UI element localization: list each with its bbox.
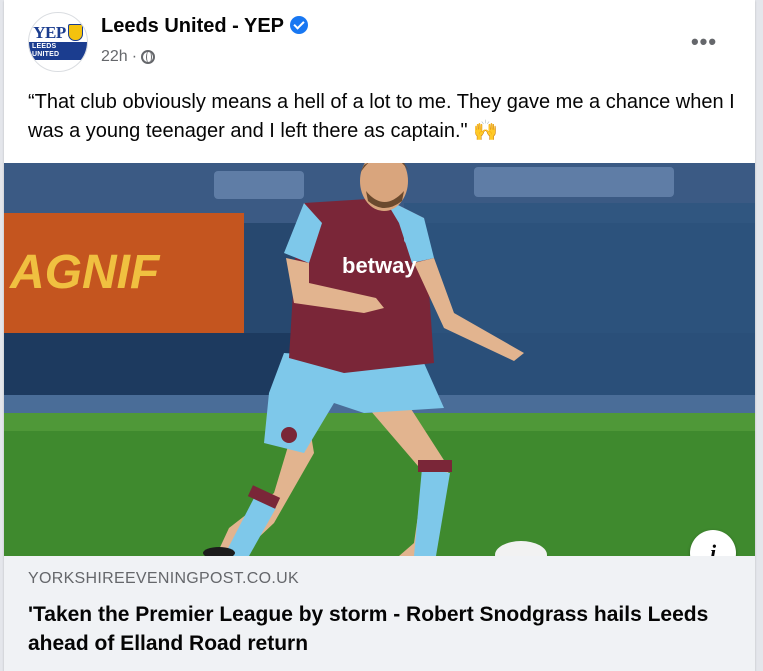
post-image[interactable]: AGNIF betway (4, 163, 755, 556)
post-meta: 22h · (101, 48, 156, 66)
logo-text: YEP (33, 23, 66, 42)
meta-separator: · (131, 48, 138, 65)
link-domain: YORKSHIREEVENINGPOST.CO.UK (28, 570, 299, 587)
post-card: YEP LEEDS UNITED Leeds United - YEP 22h … (4, 0, 755, 671)
caption-text: “That club obviously means a hell of a l… (28, 91, 735, 142)
crest-icon (67, 24, 83, 41)
link-preview[interactable]: YORKSHIREEVENINGPOST.CO.UK 'Taken the Pr… (4, 556, 755, 671)
verified-badge-icon (290, 16, 309, 34)
raising-hands-emoji: 🙌 (473, 120, 499, 142)
more-horizontal-icon: ••• (690, 29, 718, 54)
avatar[interactable]: YEP LEEDS UNITED (28, 12, 88, 72)
yep-logo: YEP LEEDS UNITED (29, 24, 87, 60)
logo-subtext: LEEDS UNITED (29, 42, 87, 60)
timestamp-link[interactable]: 22h (101, 48, 128, 66)
page-name: Leeds United - YEP (101, 15, 285, 37)
post-caption: “That club obviously means a hell of a l… (28, 88, 738, 146)
link-title[interactable]: 'Taken the Premier League by storm - Rob… (28, 600, 728, 658)
post-header: YEP LEEDS UNITED Leeds United - YEP 22h … (4, 0, 755, 80)
sponsor-text: betway (342, 253, 417, 278)
page-name-link[interactable]: Leeds United - YEP (101, 15, 309, 38)
football-photo: AGNIF betway (4, 163, 755, 556)
svg-text:AGNIF: AGNIF (9, 246, 161, 299)
more-options-button[interactable]: ••• (684, 22, 724, 62)
globe-icon (141, 50, 156, 64)
